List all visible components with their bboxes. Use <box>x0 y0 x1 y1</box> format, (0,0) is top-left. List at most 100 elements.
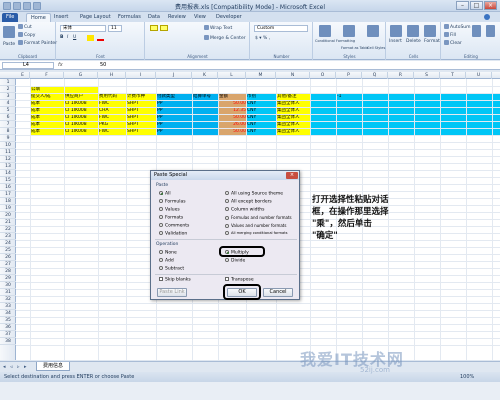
fill-color-icon[interactable] <box>87 35 94 41</box>
row-header[interactable]: 19 <box>0 205 16 212</box>
tab-insert[interactable]: Insert <box>50 13 72 22</box>
table-cell[interactable] <box>192 107 218 114</box>
row-header[interactable]: 29 <box>0 275 16 282</box>
table-cell[interactable]: FWC <box>98 114 126 121</box>
paste-option-column-widths[interactable]: Column widths <box>225 207 264 213</box>
paste-option-merge-conditional[interactable]: All merging conditional formats <box>225 231 288 235</box>
format-as-table-button[interactable]: Format as Table <box>341 46 369 50</box>
find-select-icon[interactable] <box>486 25 495 37</box>
row-header[interactable]: 18 <box>0 198 16 205</box>
table-cell[interactable]: FWC <box>98 100 126 107</box>
font-name-select[interactable]: 宋体 <box>60 25 106 32</box>
row-header[interactable]: 3 <box>0 93 16 100</box>
table-cell[interactable]: PP <box>156 121 192 128</box>
zoom-level[interactable]: 100% <box>460 372 474 382</box>
merge-center-button[interactable]: Merge & Center <box>204 35 246 41</box>
table-cell[interactable] <box>192 128 218 135</box>
row-header[interactable]: 33 <box>0 303 16 310</box>
row-header[interactable]: 2 <box>0 86 16 93</box>
currency-button[interactable]: $ ▾ % , <box>255 36 270 41</box>
row-header[interactable]: 8 <box>0 128 16 135</box>
row-header[interactable]: 13 <box>0 163 16 170</box>
table-cell[interactable]: 成本 <box>30 114 64 121</box>
table-cell[interactable]: CHA <box>98 107 126 114</box>
column-header[interactable]: I <box>126 72 156 79</box>
row-header[interactable]: 5 <box>0 107 16 114</box>
row-header[interactable]: 16 <box>0 184 16 191</box>
paste-option-source-theme[interactable]: All using Source theme <box>225 191 283 197</box>
operation-option-none[interactable]: None <box>159 250 177 256</box>
table-cell[interactable] <box>192 121 218 128</box>
table-cell[interactable]: 供应商户 <box>64 93 98 100</box>
maximize-button[interactable]: □ <box>470 1 483 10</box>
table-cell[interactable]: PP <box>156 100 192 107</box>
table-cell[interactable] <box>192 114 218 121</box>
row-header[interactable]: 24 <box>0 240 16 247</box>
table-cell[interactable]: CNY <box>246 107 276 114</box>
row-header[interactable]: 35 <box>0 317 16 324</box>
column-header[interactable]: R <box>388 72 414 79</box>
align-middle-icon[interactable] <box>160 25 168 31</box>
paste-option-except-borders[interactable]: All except borders <box>225 199 272 205</box>
name-box[interactable]: L4 <box>2 62 54 69</box>
clear-button[interactable]: Clear <box>444 40 462 46</box>
font-color-icon[interactable] <box>97 35 104 41</box>
column-header[interactable]: K <box>192 72 218 79</box>
row-header[interactable]: 26 <box>0 254 16 261</box>
operation-option-divide[interactable]: Divide <box>225 258 245 264</box>
tab-formulas[interactable]: Formulas <box>114 13 145 22</box>
table-cell[interactable]: 成本 <box>30 121 64 128</box>
highlight-band[interactable] <box>310 100 500 107</box>
table-cell[interactable]: CI 1IK008 <box>64 121 98 128</box>
dialog-close-button[interactable]: × <box>286 172 298 179</box>
paste-button[interactable]: Paste <box>3 42 15 47</box>
cut-button[interactable]: Cut <box>18 24 32 30</box>
table-cell[interactable]: PP <box>156 107 192 114</box>
table-cell[interactable]: -1 <box>336 93 362 100</box>
row-header[interactable]: 34 <box>0 310 16 317</box>
tab-page-layout[interactable]: Page Layout <box>76 13 115 22</box>
align-top-icon[interactable] <box>150 25 158 31</box>
table-cell[interactable]: CNY <box>246 100 276 107</box>
operation-option-add[interactable]: Add <box>159 258 174 264</box>
table-cell[interactable]: 费用代码 <box>98 93 126 100</box>
cell-styles-icon[interactable] <box>367 25 379 37</box>
tab-developer[interactable]: Developer <box>212 13 246 22</box>
number-format-select[interactable]: Custom <box>254 25 308 32</box>
column-header[interactable]: H <box>98 72 126 79</box>
paste-option-values[interactable]: Values <box>159 207 180 213</box>
bold-button[interactable]: B <box>60 35 63 40</box>
table-cell[interactable]: SHPT <box>126 100 156 107</box>
table-cell[interactable]: 集团全体人 <box>276 107 310 114</box>
row-header[interactable]: 25 <box>0 247 16 254</box>
table-cell[interactable]: 提交人/成 <box>30 93 64 100</box>
paste-option-formulas-number-formats[interactable]: Formulas and number formats <box>225 215 292 220</box>
prev-sheet-arrow[interactable]: ◃ <box>10 364 15 370</box>
column-header[interactable]: T <box>440 72 466 79</box>
table-cell[interactable]: CI 1IK008 <box>64 114 98 121</box>
table-cell[interactable]: FWC <box>98 128 126 135</box>
paste-option-values-number-formats[interactable]: Values and number formats <box>225 223 286 228</box>
table-cell[interactable]: CNY <box>246 114 276 121</box>
table-cell[interactable]: 其他/备注 <box>276 93 310 100</box>
row-header[interactable]: 32 <box>0 296 16 303</box>
row-header[interactable]: 14 <box>0 170 16 177</box>
conditional-formatting-icon[interactable] <box>319 25 331 37</box>
paste-icon[interactable] <box>3 26 15 38</box>
insert-cells-icon[interactable] <box>390 25 402 37</box>
row-header[interactable]: 12 <box>0 156 16 163</box>
help-icon[interactable] <box>484 14 490 20</box>
table-cell[interactable]: 集团全体人 <box>276 114 310 121</box>
row-header[interactable]: 21 <box>0 219 16 226</box>
transpose-checkbox[interactable]: Transpose <box>225 277 254 283</box>
row-header[interactable]: 11 <box>0 149 16 156</box>
formula-input[interactable]: 50 <box>100 62 106 68</box>
table-cell[interactable]: CNY <box>246 128 276 135</box>
first-sheet-arrow[interactable]: ◂ <box>3 364 8 370</box>
sheet-tab[interactable]: 费用信息 <box>36 362 70 371</box>
row-header[interactable]: 6 <box>0 114 16 121</box>
column-header[interactable]: U <box>466 72 492 79</box>
table-cell[interactable]: 成本 <box>30 107 64 114</box>
table-cell[interactable]: PP <box>156 114 192 121</box>
italic-button[interactable]: I <box>67 35 68 40</box>
